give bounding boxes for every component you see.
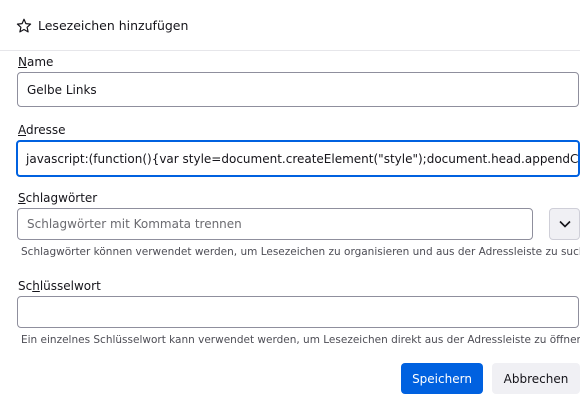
keyword-label: Schlüsselwort — [18, 279, 101, 293]
address-input[interactable]: javascript:(function(){var style=documen… — [16, 140, 580, 177]
address-label: Adresse — [18, 123, 66, 137]
tags-dropdown-button[interactable] — [549, 208, 580, 240]
save-button[interactable]: Speichern — [401, 363, 483, 394]
address-input-value: javascript:(function(){var style=documen… — [26, 151, 579, 166]
add-bookmark-dialog: Lesezeichen hinzufügen Name Gelbe Links … — [0, 0, 580, 413]
tags-label: Schlagwörter — [18, 191, 98, 205]
keyword-input[interactable] — [17, 296, 579, 328]
cancel-button[interactable]: Abbrechen — [492, 363, 580, 394]
dialog-header: Lesezeichen hinzufügen — [0, 0, 580, 51]
name-input[interactable]: Gelbe Links — [17, 72, 579, 107]
tags-input[interactable]: Schlagwörter mit Kommata trennen — [17, 208, 533, 240]
name-label: Name — [18, 55, 54, 69]
star-icon — [16, 18, 32, 33]
tags-input-placeholder: Schlagwörter mit Kommata trennen — [27, 217, 242, 231]
keyword-hint: Ein einzelnes Schlüsselwort kann verwend… — [21, 334, 580, 346]
dialog-title: Lesezeichen hinzufügen — [38, 18, 189, 33]
tags-hint: Schlagwörter können verwendet werden, um… — [21, 246, 580, 258]
name-input-value: Gelbe Links — [27, 82, 97, 97]
chevron-down-icon — [558, 220, 571, 228]
